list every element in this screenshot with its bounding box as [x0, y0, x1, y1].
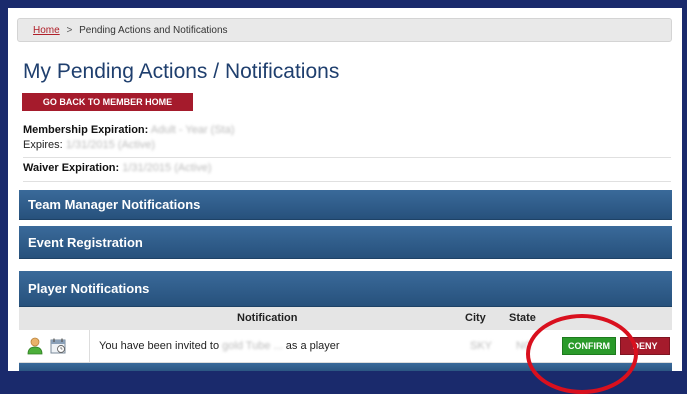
page-frame: Home > Pending Actions and Notifications… [8, 8, 682, 371]
next-section-bar [19, 363, 672, 371]
page-title: My Pending Actions / Notifications [23, 60, 340, 83]
header-state: State [509, 312, 536, 324]
table-row: You have been invited to gold Tube ... a… [19, 330, 672, 363]
notification-suffix: as a player [285, 340, 340, 352]
waiver-expiration-value: 1/31/2015 (Active) [122, 162, 212, 174]
membership-expires: Expires: 1/31/2015 (Active) [23, 139, 155, 151]
divider [23, 181, 671, 182]
breadcrumb: Home > Pending Actions and Notifications [17, 18, 672, 42]
notification-text: You have been invited to [99, 340, 220, 352]
go-back-member-home-button[interactable]: GO BACK TO MEMBER HOME [22, 93, 193, 111]
waiver-expiration-label: Waiver Expiration: [23, 162, 120, 174]
breadcrumb-separator: > [66, 25, 73, 36]
notification-team-name: gold Tube ... [222, 340, 283, 352]
deny-button[interactable]: DENY [620, 337, 670, 355]
team-manager-notifications-section[interactable]: Team Manager Notifications [19, 190, 672, 220]
table-header: Notification City State [19, 307, 672, 330]
expires-value: 1/31/2015 (Active) [65, 139, 156, 151]
event-registration-section[interactable]: Event Registration [19, 226, 672, 259]
header-notification: Notification [237, 312, 298, 324]
breadcrumb-current: Pending Actions and Notifications [79, 25, 228, 36]
row-icons [19, 330, 90, 362]
user-icon [27, 337, 43, 355]
confirm-button[interactable]: CONFIRM [562, 337, 616, 355]
row-state: NC [516, 340, 532, 352]
divider [23, 157, 671, 158]
membership-expiration: Membership Expiration: Adult - Year (Sta… [23, 124, 235, 136]
breadcrumb-home-link[interactable]: Home [33, 25, 60, 36]
membership-expiration-label: Membership Expiration: [23, 124, 149, 136]
notification-message: You have been invited to gold Tube ... a… [99, 330, 340, 362]
membership-expiration-value: Adult - Year (Sta) [150, 124, 235, 136]
header-city: City [465, 312, 486, 324]
row-city: SKY [470, 340, 493, 352]
calendar-icon [50, 338, 66, 354]
expires-label: Expires: [23, 139, 63, 151]
player-notifications-section[interactable]: Player Notifications [19, 271, 672, 307]
waiver-expiration: Waiver Expiration: 1/31/2015 (Active) [23, 162, 212, 174]
